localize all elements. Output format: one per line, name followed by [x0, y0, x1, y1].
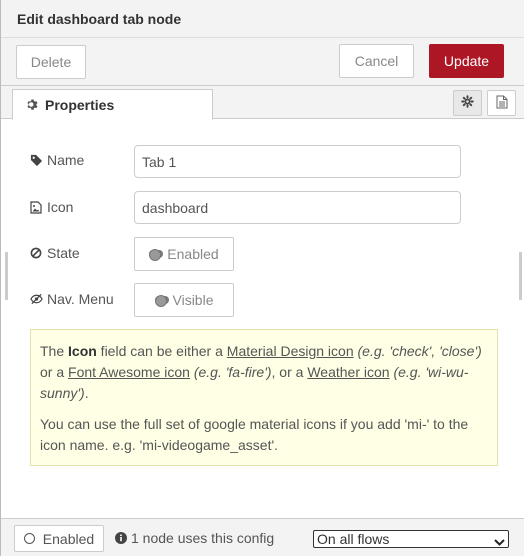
state-toggle-button[interactable]: Enabled [134, 237, 234, 271]
tip-example: (e.g. 'fa-fire') [189, 364, 272, 380]
icon-label: Icon [47, 199, 74, 215]
tray-toolbar: Delete Cancel Update [1, 38, 524, 86]
icon-input[interactable] [134, 191, 461, 224]
node-enabled-label: Enabled [42, 530, 95, 547]
tab-properties-label: Properties [45, 96, 115, 113]
scope-select[interactable]: On all flows [313, 530, 509, 548]
image-icon [30, 200, 43, 214]
tab-description-button[interactable] [487, 90, 516, 116]
delete-button[interactable]: Delete [16, 45, 86, 79]
tip-paragraph-2: You can use the full set of google mater… [40, 416, 469, 453]
edit-tray: Edit dashboard tab node Delete Cancel Up… [0, 0, 524, 556]
tip-icon-keyword: Icon [68, 343, 97, 359]
state-toggle-label: Enabled [167, 246, 219, 262]
tray-header: Edit dashboard tab node [1, 0, 524, 38]
name-label-row: Name [30, 152, 84, 168]
weather-icon-link[interactable]: Weather icon [307, 364, 389, 380]
name-input[interactable] [134, 145, 461, 178]
state-label: State [47, 245, 80, 261]
node-enabled-button[interactable]: Enabled [14, 525, 104, 552]
font-awesome-link[interactable]: Font Awesome icon [68, 364, 190, 380]
nav-menu-label-row: Nav. Menu [30, 291, 114, 307]
gear-icon [26, 98, 39, 111]
tip-text: The [40, 343, 69, 359]
config-users-text: 1 node uses this config [131, 530, 275, 546]
tab-settings-button[interactable] [453, 90, 482, 116]
tip-text: or a [40, 364, 69, 380]
nav-menu-label: Nav. Menu [47, 291, 114, 307]
tip-text: field can be either a [96, 343, 227, 359]
file-text-icon [496, 95, 508, 112]
properties-form: Name Icon State Enabled Nav. Menu [1, 119, 524, 518]
tag-icon [30, 154, 43, 167]
tab-properties[interactable]: Properties [12, 89, 213, 120]
tip-text: , or a [271, 364, 308, 380]
material-design-link[interactable]: Material Design icon [227, 343, 354, 359]
right-resize-handle[interactable] [519, 252, 522, 300]
tip-example: (e.g. 'check', 'close') [353, 343, 482, 359]
dialog-title: Edit dashboard tab node [17, 11, 182, 27]
nav-menu-toggle-label: Visible [172, 292, 214, 308]
update-button[interactable]: Update [429, 44, 504, 78]
toggle-switch-icon [154, 295, 169, 307]
left-resize-handle[interactable] [5, 252, 8, 300]
icon-help-tip: The Icon field can be either a Material … [30, 329, 498, 466]
icon-label-row: Icon [30, 199, 73, 215]
cancel-button[interactable]: Cancel [339, 44, 414, 78]
name-label: Name [47, 152, 85, 168]
toggle-switch-icon [149, 249, 164, 261]
ban-icon [30, 247, 43, 260]
tab-bar: Properties [1, 86, 524, 120]
tip-text: . [84, 385, 89, 401]
tray-footer: Enabled 1 node uses this config On all f… [1, 518, 524, 556]
chevron-down-icon [494, 534, 505, 550]
config-users-info: 1 node uses this config [115, 530, 274, 546]
scope-select-value: On all flows [317, 531, 390, 547]
state-label-row: State [30, 245, 80, 261]
circle-icon [23, 533, 35, 544]
eye-slash-icon [30, 293, 43, 306]
gear-icon [461, 95, 474, 111]
info-circle-icon [115, 532, 127, 544]
tip-paragraph-1: The Icon field can be either a Material … [40, 341, 488, 404]
nav-menu-toggle-button[interactable]: Visible [134, 283, 234, 317]
